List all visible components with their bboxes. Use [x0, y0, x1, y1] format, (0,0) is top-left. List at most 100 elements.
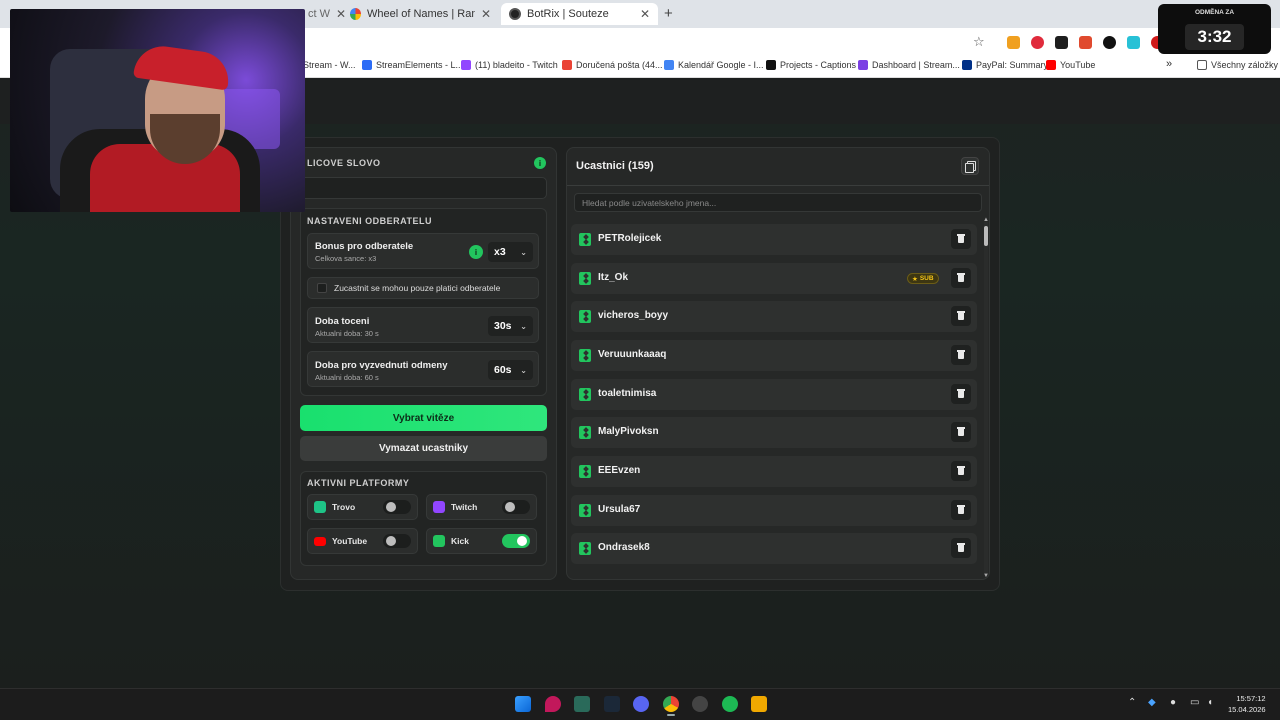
participant-row[interactable]: Ursula67 [571, 495, 977, 526]
gmail-icon [562, 60, 572, 70]
tray-chevron-icon[interactable]: ⌃ [1128, 697, 1136, 708]
bookmark-item[interactable]: YouTube [1046, 60, 1095, 70]
participant-name: EEEvzen [598, 465, 641, 476]
spin-duration-select[interactable]: 30s ⌄ [488, 316, 533, 336]
extension-icon[interactable] [1127, 36, 1140, 49]
discord-icon[interactable] [633, 696, 649, 712]
participant-row[interactable]: toaletnimisa [571, 379, 977, 410]
participant-row[interactable]: PETRolejicek [571, 224, 977, 255]
bookmark-item[interactable]: Projects - Captions [766, 60, 856, 70]
trash-icon[interactable] [951, 461, 971, 481]
scroll-down-icon[interactable]: ▼ [983, 573, 989, 579]
network-icon[interactable]: ▭ [1190, 697, 1199, 708]
steam-icon[interactable] [604, 696, 620, 712]
browser-tab-botrix[interactable]: BotRix | Souteze ✕ [501, 3, 658, 25]
participant-row[interactable]: vicheros_boyy [571, 301, 977, 332]
bookmark-item[interactable]: StreamElements - L... [362, 60, 463, 70]
participants-title: Ucastnici (159) [576, 160, 654, 172]
copy-icon[interactable] [961, 157, 979, 175]
pick-winner-button[interactable]: Vybrat vitěze [300, 405, 547, 431]
chrome-icon[interactable] [663, 696, 679, 712]
extension-icon[interactable] [1103, 36, 1116, 49]
microphone-icon[interactable]: ● [1170, 697, 1176, 708]
participant-row[interactable]: MalyPivoksn [571, 417, 977, 448]
taskbar-clock[interactable]: 15:57:12 15.04.2026 [1228, 693, 1266, 715]
trash-icon[interactable] [951, 268, 971, 288]
participant-row[interactable]: Ondrasek8 [571, 533, 977, 564]
bookmarks-overflow-button[interactable]: » [1166, 58, 1172, 70]
kick-icon [579, 542, 591, 555]
extension-icon[interactable] [1079, 36, 1092, 49]
info-icon[interactable]: i [469, 245, 483, 259]
bookmark-label: StreamElements - L... [376, 60, 464, 70]
bookmark-item[interactable]: Dashboard | Stream... [858, 60, 960, 70]
windows-start-icon[interactable] [515, 696, 531, 712]
participant-row[interactable]: Veruuunkaaaq [571, 340, 977, 371]
extension-icon[interactable] [1055, 36, 1068, 49]
all-bookmarks-label: Všechny záložky [1211, 60, 1279, 70]
kick-toggle[interactable] [502, 534, 530, 548]
participant-name: Ursula67 [598, 504, 641, 515]
scrollbar-track[interactable] [984, 222, 988, 576]
trovo-toggle[interactable] [383, 500, 411, 514]
bonus-multiplier-select[interactable]: x3 ⌄ [488, 242, 533, 262]
xbox-app-icon[interactable] [574, 696, 590, 712]
participant-name: vicheros_boyy [598, 310, 669, 321]
bookmark-label: Dashboard | Stream... [872, 60, 960, 70]
kick-icon [579, 426, 591, 439]
participant-row[interactable]: Itz_Ok ★ SUB [571, 263, 977, 294]
kick-icon [579, 349, 591, 362]
volume-icon[interactable]: ◖ [1207, 697, 1213, 708]
extension-icon[interactable] [1031, 36, 1044, 49]
trash-icon[interactable] [951, 306, 971, 326]
subs-only-row[interactable]: Zucastnit se mohou pouze platici odberat… [307, 277, 539, 299]
close-icon[interactable]: ✕ [481, 7, 491, 21]
trash-icon[interactable] [951, 538, 971, 558]
twitch-toggle[interactable] [502, 500, 530, 514]
new-tab-button[interactable]: + [664, 5, 673, 22]
bookmark-star-icon[interactable]: ☆ [973, 34, 985, 50]
tab-partial-label: ct W [308, 8, 330, 20]
bookmark-item[interactable]: (11) bladeito - Twitch [461, 60, 558, 70]
streamelements-icon [362, 60, 372, 70]
bookmark-item[interactable]: Doručená pošta (44... [562, 60, 663, 70]
trash-icon[interactable] [951, 229, 971, 249]
app-icon[interactable] [751, 696, 767, 712]
trash-icon[interactable] [951, 345, 971, 365]
participant-name: PETRolejicek [598, 233, 662, 244]
spin-duration-subtitle: Aktualni doba: 30 s [315, 329, 379, 338]
browser-tab-wheel-of-names[interactable]: Wheel of Names | Random nam ✕ [342, 3, 499, 25]
bookmark-label: Projects - Captions [780, 60, 857, 70]
active-app-indicator [667, 714, 675, 716]
steam-tray-icon[interactable]: ◆ [1148, 697, 1156, 708]
bonus-multiplier-value: x3 [494, 246, 506, 258]
trash-icon[interactable] [951, 384, 971, 404]
clock-time: 15:57:12 [1236, 694, 1266, 703]
clear-participants-button[interactable]: Vymazat ucastniky [300, 436, 547, 461]
keyword-input[interactable] [300, 177, 547, 199]
app-pin-icon[interactable] [545, 696, 561, 712]
spotify-icon[interactable] [722, 696, 738, 712]
trash-icon[interactable] [951, 422, 971, 442]
claim-time-select[interactable]: 60s ⌄ [488, 360, 533, 380]
obs-icon[interactable] [692, 696, 708, 712]
trash-icon[interactable] [951, 500, 971, 520]
scroll-up-icon[interactable]: ▲ [983, 217, 989, 223]
subscriber-bonus-subtitle: Celkova sance: x3 [315, 254, 377, 263]
participant-row[interactable]: EEEvzen [571, 456, 977, 487]
divider [567, 185, 989, 186]
all-bookmarks-button[interactable]: Všechny záložky [1197, 60, 1278, 70]
bookmark-item[interactable]: Stream - W... [303, 60, 356, 70]
extension-icon[interactable] [1007, 36, 1020, 49]
timer-value: 3:32 [1185, 24, 1244, 50]
bookmark-item[interactable]: Kalendář Google - I... [664, 60, 764, 70]
bookmark-label: (11) bladeito - Twitch [475, 60, 558, 70]
bookmark-item[interactable]: PayPal: Summary [962, 60, 1048, 70]
close-icon[interactable]: ✕ [640, 7, 650, 21]
youtube-icon [1046, 60, 1056, 70]
info-icon[interactable]: i [534, 157, 546, 169]
subs-only-checkbox[interactable] [317, 283, 327, 293]
participant-search-input[interactable] [574, 193, 982, 212]
youtube-toggle[interactable] [383, 534, 411, 548]
scrollbar-thumb[interactable] [984, 226, 988, 246]
